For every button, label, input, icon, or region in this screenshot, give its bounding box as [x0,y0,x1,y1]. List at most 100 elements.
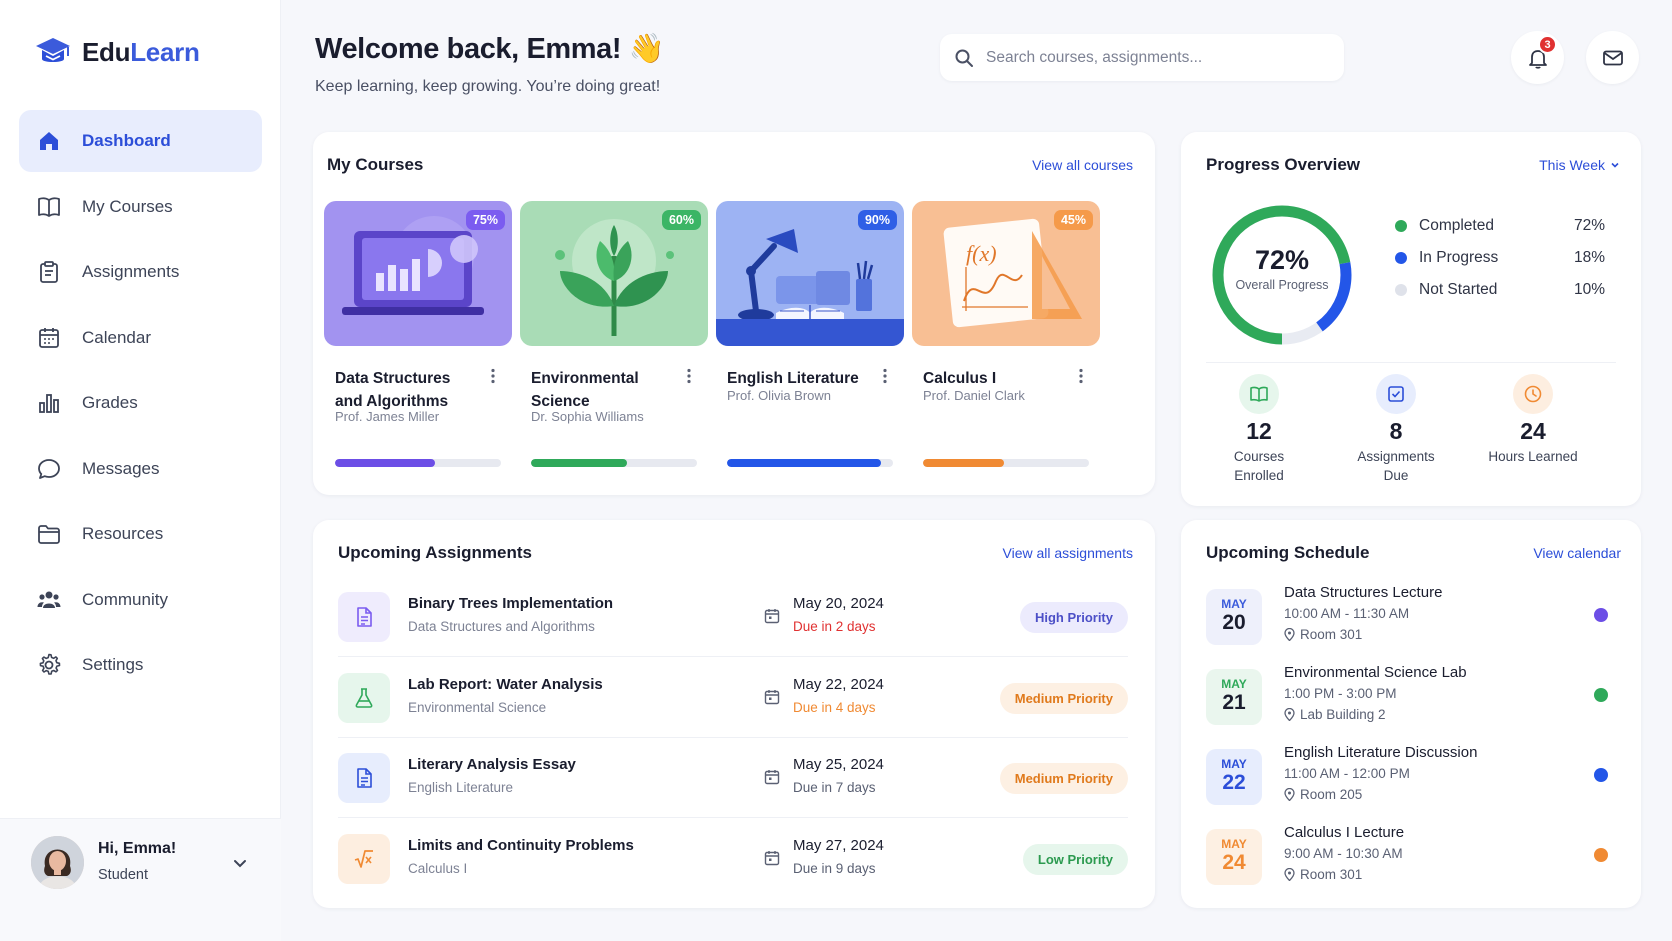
search-bar[interactable] [940,34,1344,81]
chevron-down-icon[interactable] [230,853,250,873]
messages-button[interactable] [1586,31,1639,84]
event-time: 10:00 AM - 11:30 AM [1284,606,1410,621]
legend-value: 72% [1573,217,1605,234]
course-thumbnail[interactable]: f(x) 45% [912,201,1100,346]
notification-badge: 3 [1538,35,1557,54]
assignment-title[interactable]: Lab Report: Water Analysis [408,676,603,693]
priority-badge: Medium Priority [999,763,1128,794]
document-icon [338,592,390,642]
sidebar-item-assignments[interactable]: Assignments [19,241,262,303]
sidebar-item-settings[interactable]: Settings [19,634,262,696]
event-title[interactable]: English Literature Discussion [1284,744,1477,761]
notifications-button[interactable]: 3 [1511,31,1564,84]
sidebar-item-grades[interactable]: Grades [19,372,262,434]
assignment-due-countdown: Due in 4 days [793,699,876,715]
event-color-dot [1594,608,1608,622]
avatar[interactable] [31,836,84,889]
course-card[interactable]: 75% Data Structures and Algorithms Prof.… [324,201,512,479]
priority-badge: Low Priority [1022,843,1128,875]
card-title: Upcoming Assignments [338,543,532,562]
event-title[interactable]: Environmental Science Lab [1284,664,1467,681]
course-card[interactable]: f(x) 45% Calculus I Prof. Daniel Clark [912,201,1100,479]
course-thumbnail[interactable]: 75% [324,201,512,346]
sidebar-nav: Dashboard My Courses Assignments Calendar Gr… [19,110,262,700]
course-thumbnail[interactable]: 90% [716,201,904,346]
stat-value: 8 [1389,418,1403,444]
schedule-item[interactable]: MAY 24 Calculus I Lecture 9:00 AM - 10:3… [1206,822,1608,892]
stat-value: 12 [1246,418,1272,444]
mail-icon [1602,50,1623,65]
event-time: 9:00 AM - 10:30 AM [1284,846,1403,861]
date-day: 21 [1222,691,1246,714]
stat-assignments-due: 8 Assignments Due [1336,374,1456,485]
course-instructor: Prof. Olivia Brown [727,388,832,403]
more-options-icon[interactable] [680,367,698,385]
date-badge: MAY 20 [1206,589,1262,645]
assignment-row[interactable]: Binary Trees Implementation Data Structu… [338,577,1128,657]
event-time: 1:00 PM - 3:00 PM [1284,686,1397,701]
schedule-item[interactable]: MAY 20 Data Structures Lecture 10:00 AM … [1206,582,1608,652]
sidebar-item-my-courses[interactable]: My Courses [19,176,262,238]
assignment-row[interactable]: Lab Report: Water Analysis Environmental… [338,658,1128,738]
sidebar-item-dashboard[interactable]: Dashboard [19,110,262,172]
date-day: 22 [1222,771,1246,794]
search-input[interactable] [986,48,1316,67]
users-icon [37,591,61,608]
gear-icon [39,653,61,675]
progress-overview-card: Progress Overview This Week 72% Overall … [1181,132,1641,506]
app-logo[interactable]: EduLearn [34,34,200,70]
course-instructor: Prof. James Miller [335,409,440,424]
date-month: MAY [1221,837,1247,851]
course-name[interactable]: English Literature [727,367,867,390]
priority-badge: High Priority [1019,602,1128,633]
course-name[interactable]: Data Structures and Algorithms [335,367,475,413]
sidebar-item-resources[interactable]: Resources [19,503,262,565]
course-thumbnail[interactable]: 60% [520,201,708,346]
divider [1206,362,1616,363]
assignment-title[interactable]: Limits and Continuity Problems [408,837,634,854]
overall-progress-value: 72% [1254,245,1310,275]
schedule-item[interactable]: MAY 22 English Literature Discussion 11:… [1206,742,1608,812]
course-card[interactable]: 60% Environmental Science Dr. Sophia Wil… [520,201,708,479]
legend-item: Not Started 10% [1395,281,1605,299]
sidebar-item-community[interactable]: Community [19,569,262,631]
schedule-item[interactable]: MAY 21 Environmental Science Lab 1:00 PM… [1206,662,1608,732]
sidebar-item-messages[interactable]: Messages [19,438,262,500]
stat-value: 24 [1520,418,1546,444]
event-location: Room 301 [1284,627,1362,642]
assignment-title[interactable]: Literary Analysis Essay [408,756,576,773]
more-options-icon[interactable] [876,367,894,385]
legend-dot [1395,284,1407,296]
course-name[interactable]: Calculus I [923,367,1063,390]
graduation-cap-icon [36,38,70,62]
more-options-icon[interactable] [484,367,502,385]
course-progress-badge: 90% [857,210,897,230]
course-name[interactable]: Environmental Science [531,367,671,413]
period-dropdown[interactable]: This Week [1539,157,1621,173]
sidebar: EduLearn Dashboard My Courses Assignments C… [0,0,281,941]
sidebar-item-calendar[interactable]: Calendar [19,307,262,369]
user-profile[interactable]: Hi, Emma! Student [0,818,281,941]
view-all-assignments-link[interactable]: View all assignments [1003,545,1133,561]
event-location: Room 301 [1284,867,1362,882]
upcoming-schedule-card: Upcoming Schedule View calendar MAY 20 D… [1181,520,1641,908]
assignment-due-countdown: Due in 9 days [793,860,876,876]
sidebar-item-label: Resources [82,524,164,543]
view-calendar-link[interactable]: View calendar [1533,545,1621,561]
bar-chart-icon [39,394,59,413]
more-options-icon[interactable] [1072,367,1090,385]
sidebar-item-label: Assignments [82,262,180,281]
assignment-title[interactable]: Binary Trees Implementation [408,595,613,612]
assignment-due-date: May 22, 2024 [793,675,884,693]
assignment-due-date: May 20, 2024 [793,595,884,612]
assignment-row[interactable]: Limits and Continuity Problems Calculus … [338,819,1128,899]
date-badge: MAY 22 [1206,749,1262,805]
event-color-dot [1594,848,1608,862]
legend-label: Completed [1419,217,1494,234]
course-card[interactable]: 90% English Literature Prof. Olivia Brow… [716,201,904,479]
view-all-courses-link[interactable]: View all courses [1032,157,1133,173]
event-title[interactable]: Calculus I Lecture [1284,824,1404,841]
assignment-row[interactable]: Literary Analysis Essay English Literatu… [338,738,1128,818]
calendar-icon [39,327,59,348]
event-title[interactable]: Data Structures Lecture [1284,584,1442,601]
